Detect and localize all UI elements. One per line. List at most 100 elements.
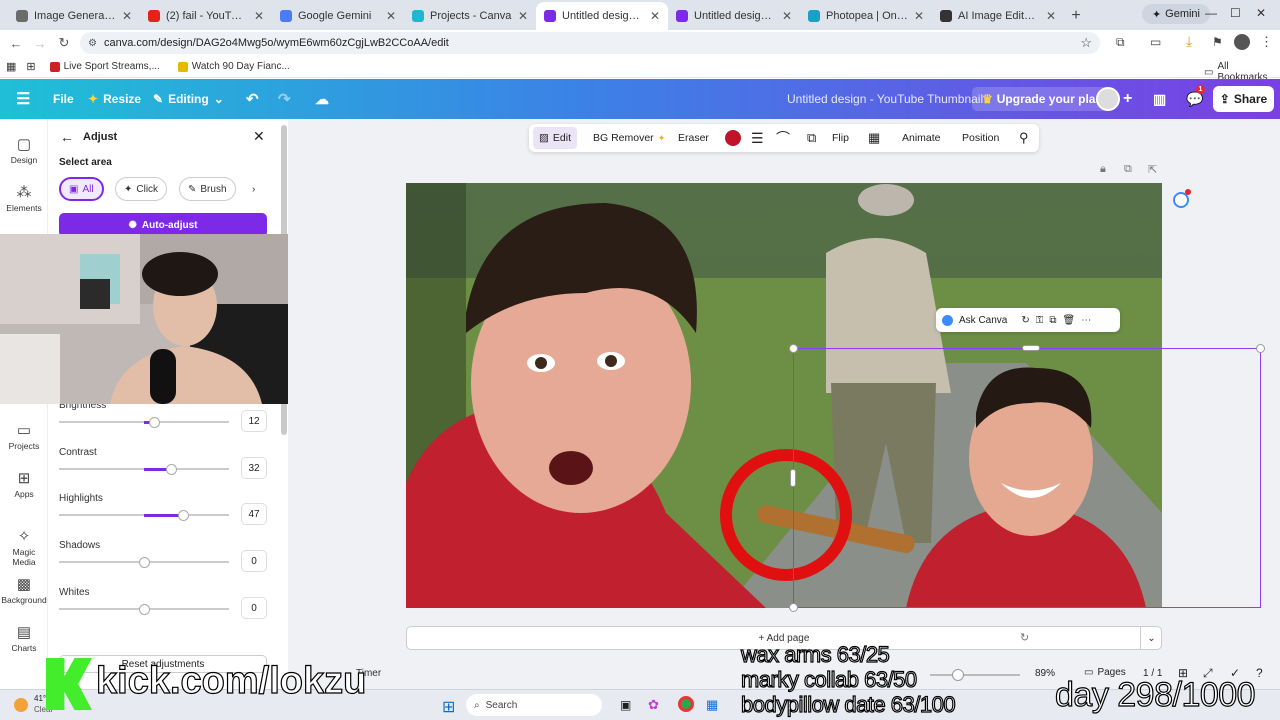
zoom-level[interactable]: 89% xyxy=(1035,668,1055,679)
tab-close-icon[interactable]: ✕ xyxy=(386,9,396,23)
profile-avatar[interactable] xyxy=(1234,34,1250,50)
bookmark-star-icon[interactable]: ☆ xyxy=(1080,35,1092,51)
selection-box[interactable] xyxy=(789,344,1265,612)
windows-start-icon[interactable]: ⊞ xyxy=(442,697,455,717)
copy-style-icon[interactable]: ⚲ xyxy=(1019,124,1029,152)
tab-close-icon[interactable]: ✕ xyxy=(1046,9,1056,23)
close-icon[interactable]: ✕ xyxy=(253,128,265,145)
undo-icon[interactable]: ↶ xyxy=(246,79,259,119)
rail-projects[interactable]: ▭ Projects xyxy=(0,421,48,451)
url-field[interactable]: ⚙ canva.com/design/DAG2o4Mwg5o/wymE6wm60… xyxy=(80,32,1100,54)
slider-track[interactable] xyxy=(59,603,229,615)
design-title[interactable]: Untitled design - YouTube Thumbnail xyxy=(787,79,983,119)
transparency-icon[interactable]: ▦ xyxy=(868,124,880,152)
chevron-down-icon[interactable]: ⌄ xyxy=(1140,627,1162,649)
reading-list-icon[interactable]: ⊞ xyxy=(26,60,35,73)
more-options-icon[interactable]: ⋯ xyxy=(1081,315,1091,326)
tab-close-icon[interactable]: ✕ xyxy=(914,9,924,23)
flip-button[interactable]: Flip xyxy=(832,124,849,152)
crop-icon[interactable]: ⧉ xyxy=(807,124,816,152)
apps-grid-icon[interactable]: ▦ xyxy=(6,60,16,73)
select-all-button[interactable]: ▣ All xyxy=(59,177,104,201)
share-button[interactable]: ⇪ Share xyxy=(1213,86,1274,112)
select-brush-button[interactable]: ✎ Brush xyxy=(179,177,236,201)
browser-tab[interactable]: Photopea | Online Phot ✕ xyxy=(800,2,932,30)
editing-mode-dropdown[interactable]: ✎ Editing ⌄ xyxy=(153,79,224,119)
tab-close-icon[interactable]: ✕ xyxy=(782,9,792,23)
slider-knob[interactable] xyxy=(138,603,150,615)
slider-track[interactable] xyxy=(59,463,229,475)
refresh-icon[interactable]: ↻ xyxy=(1020,631,1029,644)
browser-tab[interactable]: Untitled design - YouTu ✕ xyxy=(536,2,668,30)
menu-kebab-icon[interactable]: ⋮ xyxy=(1260,34,1273,50)
slider-track[interactable] xyxy=(59,509,229,521)
duplicate-icon[interactable]: ⧉ xyxy=(1049,315,1056,326)
close-window-icon[interactable]: ✕ xyxy=(1256,6,1266,20)
browser-tab[interactable]: Projects - Canva ✕ xyxy=(404,2,536,30)
browser-tab[interactable]: Google Gemini ✕ xyxy=(272,2,404,30)
rail-charts[interactable]: ▤ Charts xyxy=(0,623,48,653)
devtools-icon[interactable]: ⚑ xyxy=(1212,35,1223,49)
task-view-icon[interactable]: ▣ xyxy=(620,698,631,712)
store-icon[interactable]: ▦ xyxy=(706,697,718,713)
back-arrow-icon[interactable]: ← xyxy=(4,36,28,51)
lock-icon[interactable]: 🔒︎ xyxy=(1100,163,1106,176)
slider-track[interactable] xyxy=(59,556,229,568)
resize-handle-top-left[interactable] xyxy=(789,344,798,353)
edit-button[interactable]: ▨ Edit xyxy=(533,127,578,149)
resize-handle-top[interactable] xyxy=(1022,345,1040,351)
resize-handle-bottom-left[interactable] xyxy=(789,603,798,612)
rail-background[interactable]: ▩ Background xyxy=(0,575,48,605)
slider-value-input[interactable]: 0 xyxy=(241,550,267,572)
site-info-icon[interactable]: ⚙ xyxy=(88,38,97,49)
resize-handle-left[interactable] xyxy=(790,469,796,487)
add-page-icon[interactable]: ⇱ xyxy=(1148,163,1157,176)
resize-handle-top-right[interactable] xyxy=(1256,344,1265,353)
rotate-icon[interactable]: ↻ xyxy=(1021,315,1029,326)
user-avatar[interactable] xyxy=(1096,87,1120,111)
slider-value-input[interactable]: 32 xyxy=(241,457,267,479)
tab-close-icon[interactable]: ✕ xyxy=(650,9,660,23)
tab-close-icon[interactable]: ✕ xyxy=(254,9,264,23)
ask-canva-button[interactable]: Ask Canva xyxy=(959,315,1007,326)
add-collaborator-icon[interactable]: + xyxy=(1123,79,1132,119)
slider-value-input[interactable]: 12 xyxy=(241,410,267,432)
delete-icon[interactable]: 🗑︎ xyxy=(1063,315,1076,326)
bookmark-90-day[interactable]: Watch 90 Day Fianc... xyxy=(177,61,290,72)
slider-value-input[interactable]: 0 xyxy=(241,597,267,619)
slider-knob[interactable] xyxy=(138,556,150,568)
insights-chart-icon[interactable]: ▥ xyxy=(1153,79,1166,119)
slider-knob[interactable] xyxy=(165,463,177,475)
back-arrow-icon[interactable]: ← xyxy=(60,129,74,145)
maximize-icon[interactable]: ☐ xyxy=(1230,6,1241,20)
cloud-save-icon[interactable]: ☁ xyxy=(315,79,329,119)
hamburger-menu-icon[interactable]: ☰ xyxy=(16,79,30,119)
bg-remover-button[interactable]: BG Remover ✦ xyxy=(593,124,665,152)
rail-elements[interactable]: ⁂ Elements xyxy=(0,183,48,213)
slider-track[interactable] xyxy=(59,416,229,428)
extensions-icon[interactable]: ⧉ xyxy=(1116,35,1125,50)
browser-tab[interactable]: Untitled design - YouTu ✕ xyxy=(668,2,800,30)
help-icon[interactable]: ? xyxy=(1256,666,1263,680)
upgrade-plan-button[interactable]: ♛ Upgrade your plan xyxy=(972,87,1113,111)
gemini-button[interactable]: ✦ Gemini xyxy=(1141,4,1210,24)
taskbar-search[interactable]: ⌕ Search xyxy=(466,694,602,716)
corner-rounding-icon[interactable]: ⌒ xyxy=(776,124,790,152)
file-menu[interactable]: File xyxy=(53,79,74,119)
browser-tab[interactable]: AI Image Editor - Pixel ✕ xyxy=(932,2,1064,30)
new-tab-button[interactable]: + xyxy=(1064,2,1088,30)
chrome-icon[interactable] xyxy=(678,696,694,712)
lock-icon[interactable]: ⚿ xyxy=(1036,315,1044,326)
position-button[interactable]: Position xyxy=(962,124,999,152)
select-click-button[interactable]: ✦ Click xyxy=(115,177,168,201)
browser-tab[interactable]: Image Generation: Sup ✕ xyxy=(8,2,140,30)
redo-icon[interactable]: ↷ xyxy=(278,79,291,119)
segments-next-button[interactable]: › xyxy=(248,177,259,201)
duplicate-page-icon[interactable]: ⧉ xyxy=(1124,163,1132,176)
rail-design[interactable]: ▢ Design xyxy=(0,135,48,165)
copilot-icon[interactable]: ✿ xyxy=(648,697,659,713)
rail-magic-media[interactable]: ✧ Magic Media xyxy=(0,527,48,567)
animate-button[interactable]: Animate xyxy=(902,124,941,152)
zoom-knob[interactable] xyxy=(952,669,964,681)
color-swatch-button[interactable] xyxy=(725,124,741,152)
